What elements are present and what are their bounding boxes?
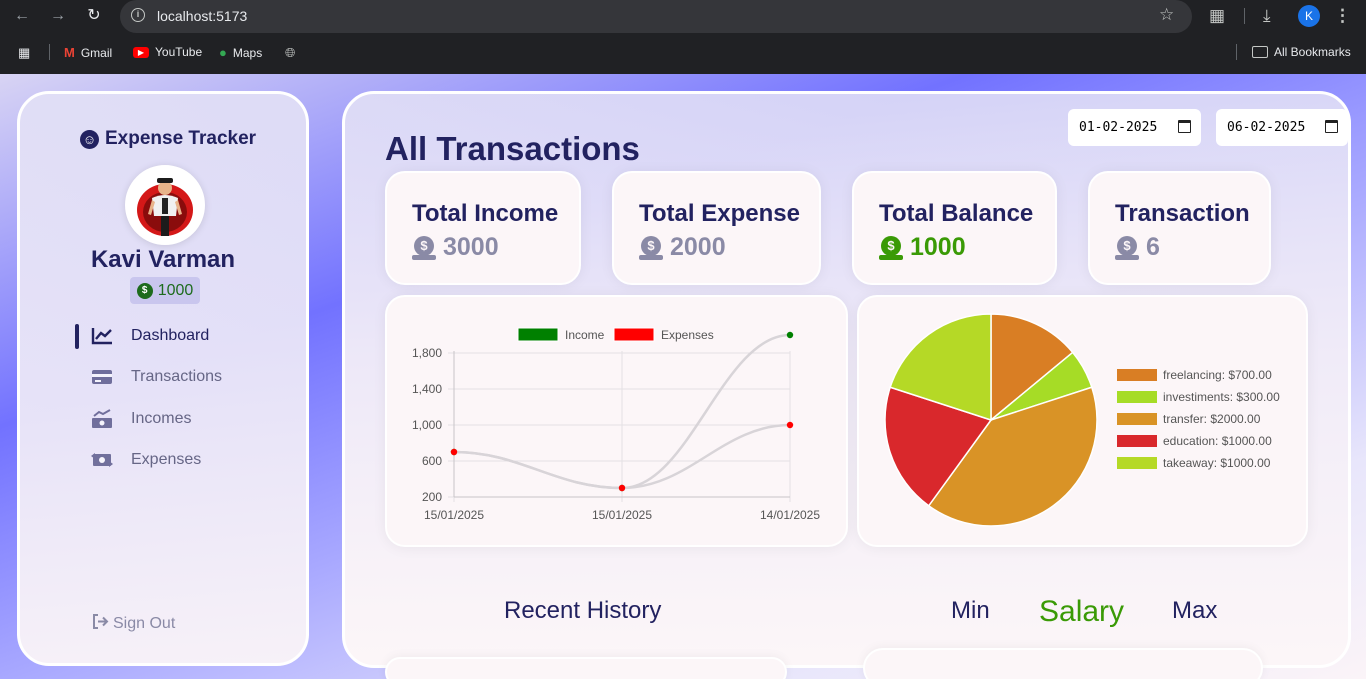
sidebar-item-expenses[interactable]: Expenses (90, 450, 201, 470)
stat-card-transaction-count: Transaction $ 6 (1088, 171, 1271, 285)
sign-out-button[interactable]: Sign Out (92, 614, 175, 634)
line-chart: 200 600 1,000 1,400 1,800 15/01/2025 15/01/202… (412, 327, 820, 522)
y-tick-label: 1,000 (412, 418, 442, 432)
url-text[interactable]: localhost:5173 (157, 8, 247, 24)
reload-icon[interactable]: ↻ (84, 6, 104, 26)
hand-holding-dollar-icon: $ (879, 235, 903, 260)
date-from-input[interactable]: 01-02-2025 (1068, 109, 1201, 146)
x-tick-label: 14/01/2025 (760, 508, 820, 522)
y-tick-label: 600 (422, 454, 442, 468)
x-tick-label: 15/01/2025 (424, 508, 484, 522)
money-bill-trend-icon (90, 409, 114, 429)
y-tick-label: 200 (422, 490, 442, 504)
y-tick-label: 1,800 (412, 346, 442, 360)
credit-card-icon (90, 368, 114, 386)
download-icon[interactable]: ⤓ (1263, 6, 1271, 26)
smile-icon: ☺ (80, 129, 99, 149)
menu-icon[interactable]: ⋮ (1334, 6, 1351, 26)
sidebar-item-incomes[interactable]: Incomes (90, 409, 191, 429)
user-name: Kavi Varman (90, 246, 236, 273)
legend-swatch-income (517, 327, 559, 342)
bookmark-gmail[interactable]: M Gmail (64, 45, 112, 60)
stat-card-total-expense: Total Expense $ 2000 (612, 171, 821, 285)
forward-icon[interactable]: → (48, 6, 68, 26)
bookmark-star-icon[interactable]: ☆ (1159, 5, 1174, 25)
globe-icon: 🌐︎ (285, 45, 296, 60)
sign-out-icon (92, 614, 109, 634)
money-bill-transfer-icon (90, 450, 114, 470)
profile-avatar[interactable]: K (1298, 5, 1320, 27)
line-chart-panel: 200 600 1,000 1,400 1,800 15/01/2025 15/01/202… (385, 295, 848, 547)
legend-label-income: Income (565, 328, 605, 342)
maps-pin-icon: ● (219, 45, 227, 60)
back-icon[interactable]: ← (12, 6, 32, 26)
stat-card-total-income: Total Income $ 3000 (385, 171, 581, 285)
data-point-expenses (450, 448, 458, 456)
avatar (125, 165, 205, 245)
legend-label: takeaway: $1000.00 (1163, 456, 1271, 470)
pie-chart-panel: freelancing: $700.00 investiments: $300.0… (857, 295, 1308, 547)
data-point-expenses (786, 421, 794, 429)
legend-label-expenses: Expenses (661, 328, 714, 342)
legend-label: investiments: $300.00 (1163, 390, 1280, 404)
calendar-icon[interactable] (1325, 120, 1338, 133)
legend-swatch (1117, 391, 1157, 403)
y-tick-label: 1,400 (412, 382, 442, 396)
legend-label: transfer: $2000.00 (1163, 412, 1261, 426)
apps-icon[interactable]: ▦ (18, 45, 30, 61)
bookmark-maps[interactable]: ● Maps (219, 45, 262, 60)
hand-holding-dollar-icon: $ (639, 235, 663, 260)
legend-swatch (1117, 413, 1157, 425)
user-balance-badge: $ 1000 (130, 277, 200, 304)
hand-holding-dollar-icon: $ (1115, 235, 1139, 260)
youtube-icon: ▶ (133, 46, 149, 58)
bookmark-youtube[interactable]: ▶ YouTube (133, 45, 202, 59)
legend-label: freelancing: $700.00 (1163, 368, 1272, 382)
hand-holding-dollar-icon: $ (412, 235, 436, 260)
legend-swatch (1117, 435, 1157, 447)
min-heading: Min (951, 597, 990, 624)
avatar-illustration (137, 178, 193, 236)
sidebar-item-dashboard[interactable]: Dashboard (90, 327, 209, 345)
calendar-icon[interactable] (1178, 120, 1191, 133)
recent-history-list (385, 657, 787, 679)
toolbar-divider (1244, 8, 1245, 24)
legend-swatch (1117, 457, 1157, 469)
recent-history-heading: Recent History (504, 597, 662, 624)
gmail-icon: M (64, 45, 75, 60)
data-point-income (786, 331, 794, 339)
sidebar-item-transactions[interactable]: Transactions (90, 368, 222, 386)
app-background: ☺ Expense Tracker Kavi Varman $ 1000 Das… (0, 74, 1366, 679)
page-title: All Transactions (385, 130, 640, 167)
legend-label: education: $1000.00 (1163, 434, 1272, 448)
sidebar: ☺ Expense Tracker Kavi Varman $ 1000 Das… (17, 91, 309, 666)
active-indicator (75, 324, 79, 349)
browser-chrome: ← → ↻ i localhost:5173 ☆ ▦ ⤓ K ⋮ ▦ M Gmai… (0, 0, 1366, 74)
folder-icon (1252, 46, 1268, 58)
brand-title: ☺ Expense Tracker (80, 128, 256, 150)
address-bar[interactable]: i localhost:5173 ☆ (120, 0, 1192, 33)
all-bookmarks[interactable]: All Bookmarks (1252, 45, 1351, 59)
extensions-icon[interactable]: ▦ (1209, 6, 1225, 26)
site-info-icon[interactable]: i (131, 8, 145, 22)
data-point-expenses (618, 484, 626, 492)
date-to-input[interactable]: 06-02-2025 (1216, 109, 1348, 146)
salary-heading: Salary (1039, 595, 1125, 628)
salary-item (863, 648, 1263, 679)
bookmark-globe[interactable]: 🌐︎ (285, 45, 295, 61)
stat-card-total-balance: Total Balance $ 1000 (852, 171, 1057, 285)
main-content: All Transactions 01-02-2025 06-02-2025 T… (342, 91, 1351, 679)
chart-line-icon (90, 327, 114, 345)
bookmark-divider-right (1236, 44, 1237, 60)
max-heading: Max (1172, 597, 1218, 624)
bookmark-divider (49, 44, 50, 60)
dollar-coin-icon: $ (136, 282, 153, 299)
x-tick-label: 15/01/2025 (592, 508, 652, 522)
legend-swatch (1117, 369, 1157, 381)
pie-chart: freelancing: $700.00 investiments: $300.0… (884, 313, 1280, 527)
legend-swatch-expenses (613, 327, 655, 342)
